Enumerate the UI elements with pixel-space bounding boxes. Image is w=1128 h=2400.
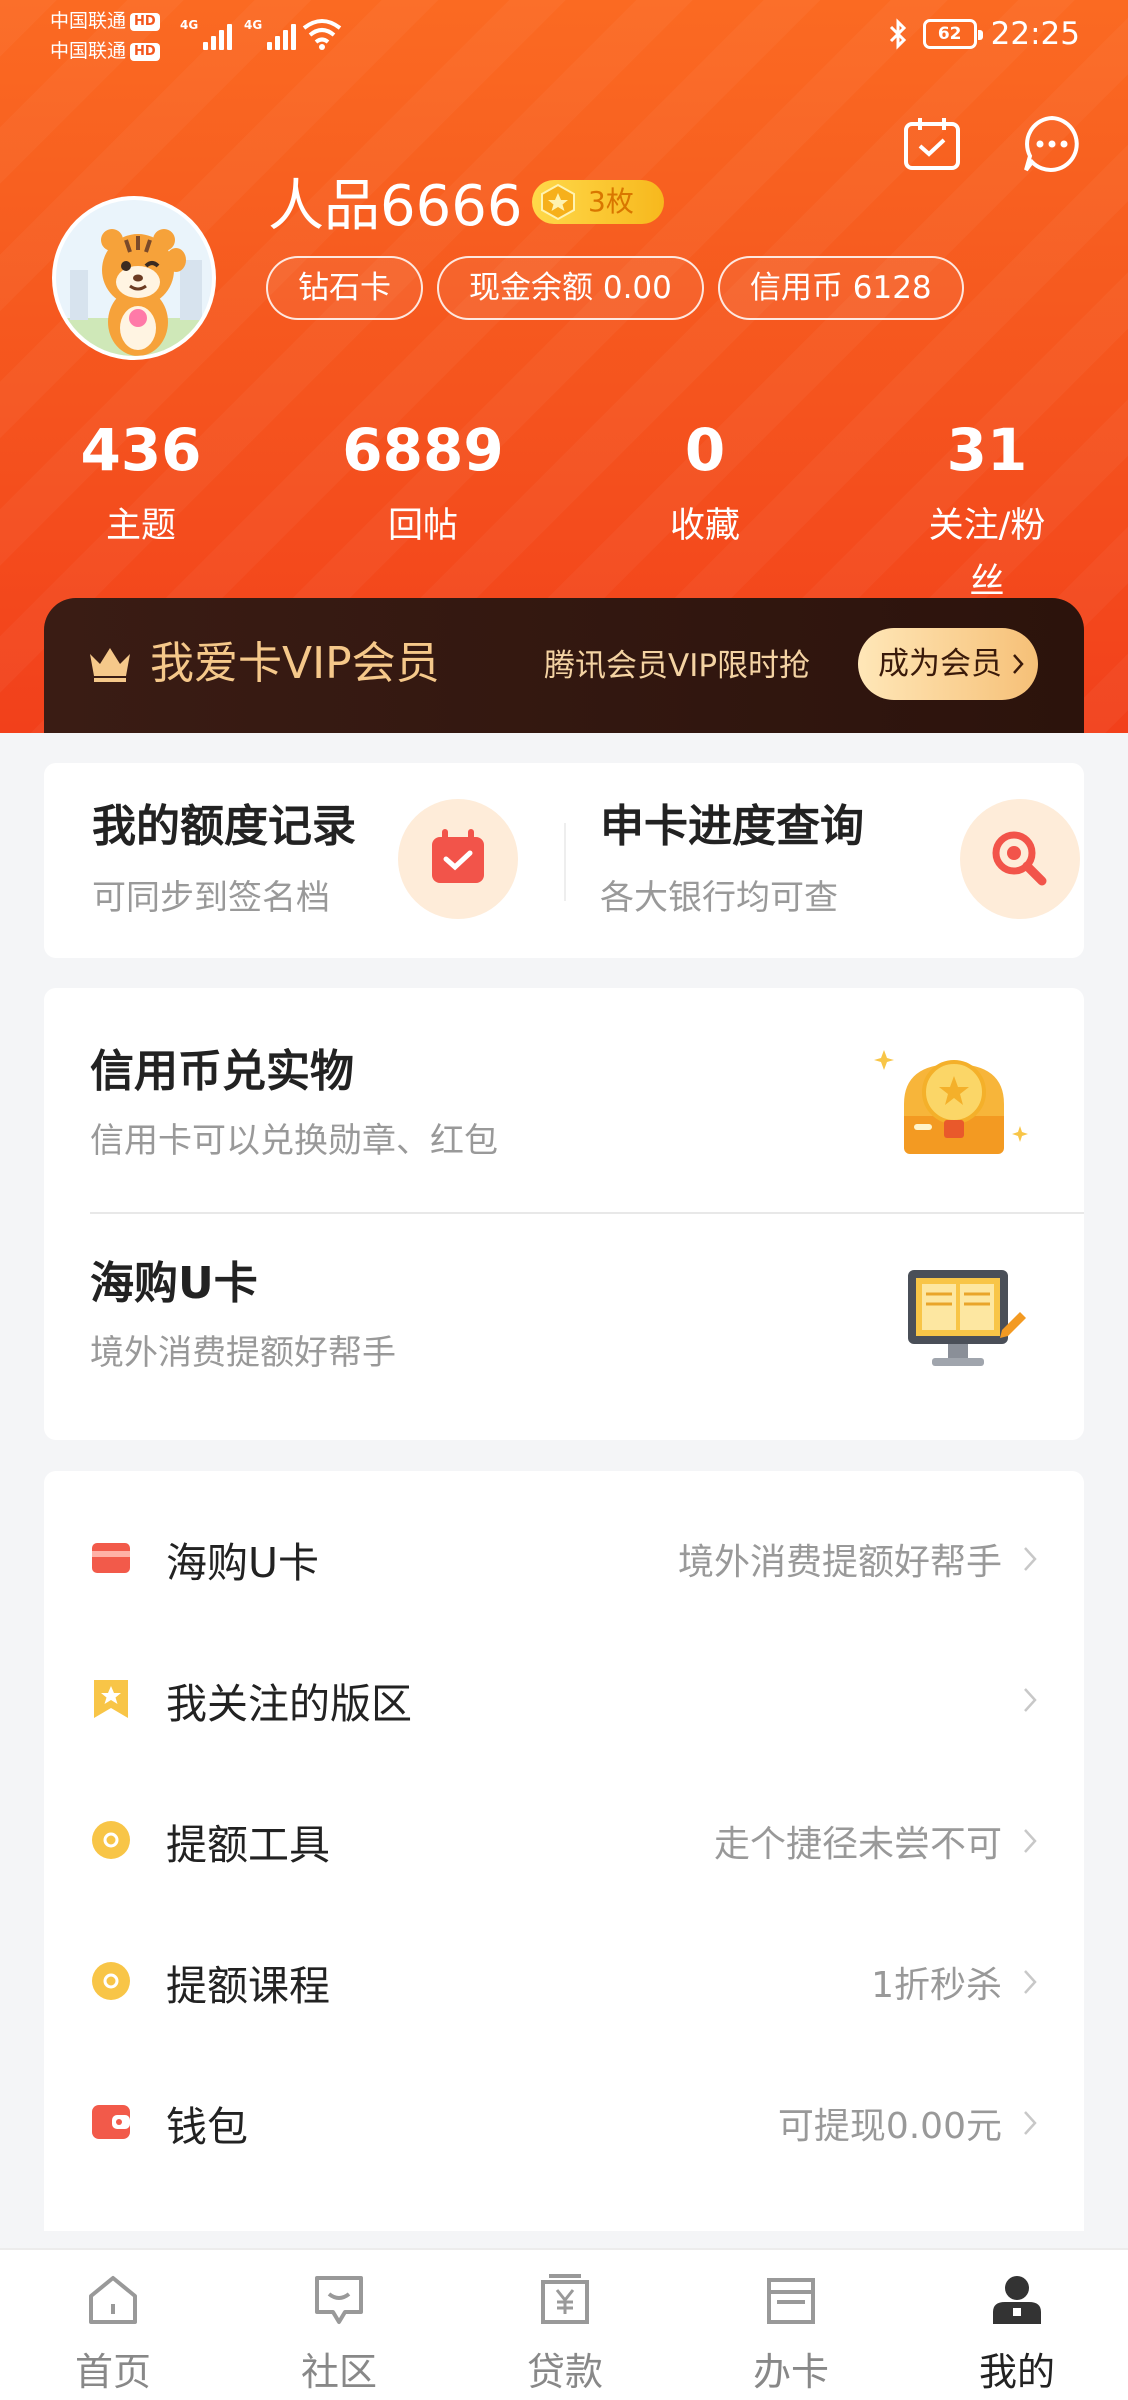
- menu-item-followed-boards[interactable]: 我关注的版区: [44, 1632, 1084, 1773]
- menu-list: 海购U卡 境外消费提额好帮手 我关注的版区 提额工具 走个捷径未尝不可 提额课程…: [44, 1471, 1084, 2231]
- status-time: 22:25: [990, 16, 1080, 52]
- chevron-right-icon: [1024, 1970, 1037, 1994]
- card-application-progress[interactable]: 申卡进度查询 各大银行均可查: [564, 763, 1084, 958]
- tab-mine[interactable]: 我的: [904, 2250, 1128, 2400]
- credit-limit-record[interactable]: 我的额度记录 可同步到签名档: [44, 763, 564, 958]
- signal-icon: 4G: [180, 18, 233, 50]
- status-bar: 中国联通 HD 中国联通 HD 4G 4G 62 22:25: [0, 0, 1128, 76]
- coin-icon: [92, 1962, 130, 2000]
- bottom-tab-bar: 首页 社区 贷款 办卡 我的: [0, 2248, 1128, 2400]
- chevron-right-icon: [1013, 654, 1024, 674]
- chevron-right-icon: [1024, 1688, 1037, 1712]
- wifi-icon: [302, 19, 342, 50]
- chevron-right-icon: [1024, 1547, 1037, 1571]
- stats-row: 436 主题 6889 回帖 0 收藏 31 关注/粉丝: [0, 410, 1128, 602]
- crown-icon: [90, 648, 130, 682]
- bluetooth-icon: [889, 18, 906, 50]
- credit-coin-redeem[interactable]: 信用币兑实物 信用卡可以兑换勋章、红包: [44, 988, 1084, 1214]
- quick-actions-card: 我的额度记录 可同步到签名档 申卡进度查询 各大银行均可查: [44, 763, 1084, 958]
- carrier-1: 中国联通 HD: [50, 8, 160, 34]
- tab-home[interactable]: 首页: [0, 2250, 226, 2400]
- person-icon: [993, 2276, 1041, 2324]
- menu-item-haigou-u-card[interactable]: 海购U卡 境外消费提额好帮手: [44, 1491, 1084, 1632]
- tab-apply-card[interactable]: 办卡: [678, 2250, 904, 2400]
- wallet-icon: [92, 2105, 130, 2139]
- avatar[interactable]: [52, 196, 216, 360]
- haigou-u-card-feature[interactable]: 海购U卡 境外消费提额好帮手: [44, 1214, 1084, 1440]
- card-icon: [767, 2278, 815, 2324]
- profile-tags: 钻石卡 现金余额 0.00 信用币 6128: [266, 256, 964, 320]
- tab-loan[interactable]: 贷款: [452, 2250, 678, 2400]
- carrier-2: 中国联通 HD: [50, 38, 160, 64]
- chevron-right-icon: [1024, 1829, 1037, 1853]
- become-member-button[interactable]: 成为会员: [858, 628, 1038, 700]
- treasure-chest-icon: [874, 1050, 1028, 1154]
- battery-icon: 62: [922, 19, 983, 49]
- card-icon: [92, 1543, 130, 1573]
- menu-item-limit-courses[interactable]: 提额课程 1折秒杀: [44, 1914, 1084, 2055]
- feature-card: 信用币兑实物 信用卡可以兑换勋章、红包 海购U卡 境外消费提额好帮手: [44, 988, 1084, 1440]
- vip-banner[interactable]: 我爱卡VIP会员 腾讯会员VIP限时抢 成为会员: [44, 598, 1084, 733]
- stat-topics[interactable]: 436 主题: [80, 410, 201, 554]
- calendar-checkin-icon[interactable]: [900, 112, 964, 176]
- tag-diamond-card[interactable]: 钻石卡: [266, 256, 423, 320]
- menu-item-limit-tools[interactable]: 提额工具 走个捷径未尝不可: [44, 1773, 1084, 1914]
- coin-badge[interactable]: 3枚: [532, 180, 664, 224]
- magnifier-icon: [992, 831, 1047, 886]
- tag-cash-balance[interactable]: 现金余额 0.00: [437, 256, 704, 320]
- yuan-icon: [541, 2274, 589, 2324]
- chat-icon: [315, 2276, 363, 2324]
- signal-icon: 4G: [244, 18, 297, 50]
- home-icon: [89, 2276, 137, 2324]
- username: 人品6666: [268, 174, 523, 239]
- vip-promo: 腾讯会员VIP限时抢: [544, 648, 811, 684]
- calendar-check-icon: [432, 829, 484, 883]
- computer-monitor-icon: [908, 1270, 1026, 1366]
- chevron-right-icon: [1024, 2111, 1037, 2135]
- profile-header: 中国联通 HD 中国联通 HD 4G 4G 62 22:25 人品6666 3枚…: [0, 0, 1128, 733]
- tab-community[interactable]: 社区: [226, 2250, 452, 2400]
- message-icon[interactable]: [1020, 112, 1084, 176]
- menu-item-wallet[interactable]: 钱包 可提现0.00元: [44, 2055, 1084, 2196]
- stat-replies[interactable]: 6889 回帖: [342, 410, 503, 554]
- medal-icon: [541, 183, 575, 221]
- coin-icon: [92, 1821, 130, 1859]
- stat-follow-fans[interactable]: 31 关注/粉丝: [917, 410, 1058, 610]
- star-bookmark-icon: [94, 1680, 128, 1718]
- tag-credit-coins[interactable]: 信用币 6128: [717, 256, 964, 320]
- stat-favorites[interactable]: 0 收藏: [670, 410, 740, 554]
- vip-title: 我爱卡VIP会员: [150, 638, 440, 689]
